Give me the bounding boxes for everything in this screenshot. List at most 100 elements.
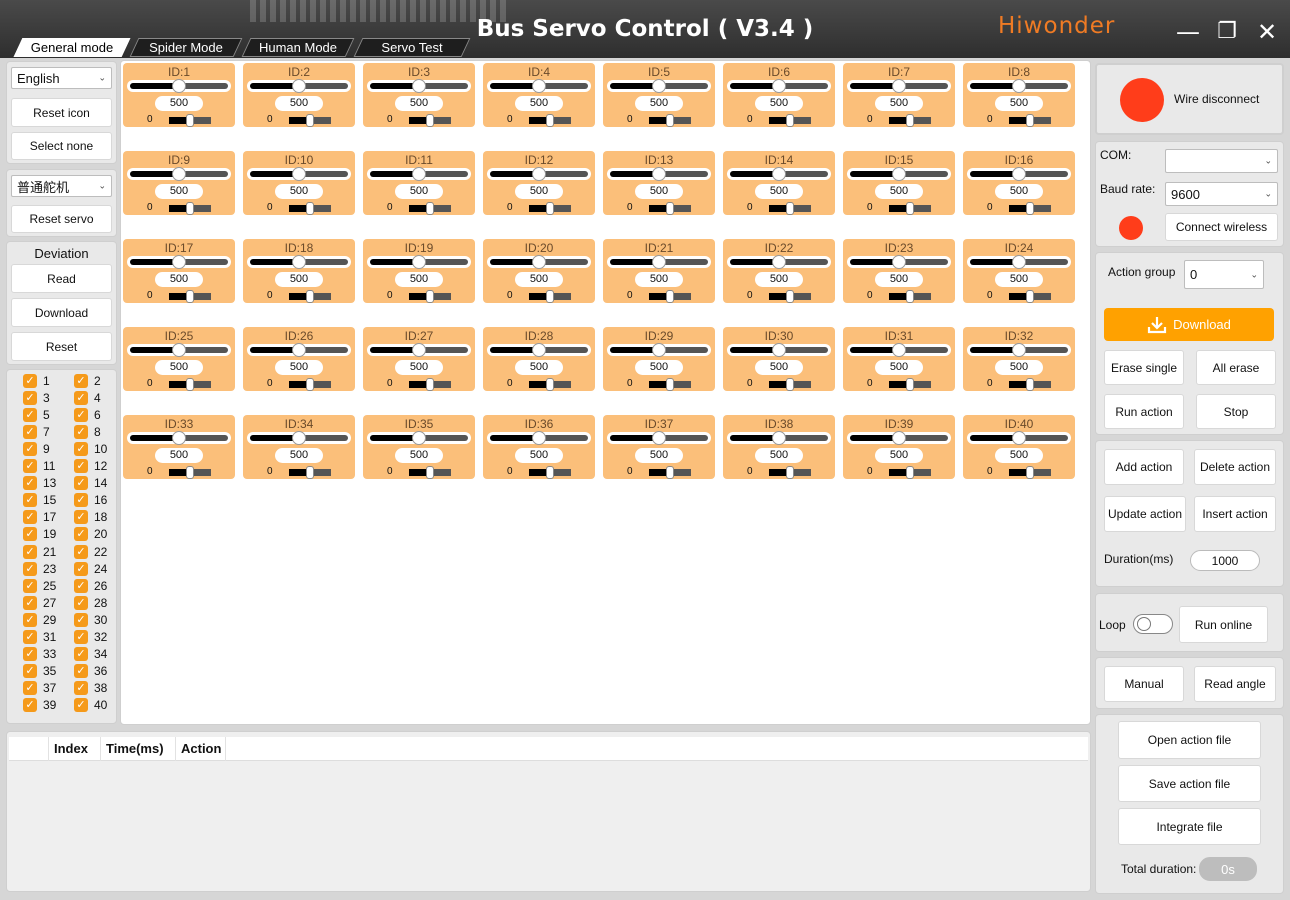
minimize-icon[interactable]: — [1173, 18, 1203, 48]
slider-thumb[interactable] [1012, 167, 1026, 181]
stop-button[interactable]: Stop [1196, 394, 1276, 429]
slider-thumb[interactable] [172, 167, 186, 181]
slider-thumb[interactable] [186, 202, 194, 215]
servo-deviation-slider[interactable] [169, 202, 211, 215]
insert-action-button[interactable]: Insert action [1194, 496, 1276, 532]
servo-deviation-slider[interactable] [1009, 290, 1051, 303]
slider-thumb[interactable] [306, 466, 314, 479]
servo-position-value[interactable]: 500 [875, 96, 923, 111]
read-angle-button[interactable]: Read angle [1194, 666, 1276, 702]
servo-checkbox-37[interactable]: ✓ 37 [23, 680, 63, 696]
slider-thumb[interactable] [906, 202, 914, 215]
slider-thumb[interactable] [426, 114, 434, 127]
run-online-button[interactable]: Run online [1179, 606, 1268, 643]
servo-position-slider[interactable] [847, 79, 951, 93]
language-select[interactable]: English ⌄ [11, 67, 112, 89]
servo-position-value[interactable]: 500 [395, 360, 443, 375]
servo-position-value[interactable]: 500 [635, 96, 683, 111]
servo-position-value[interactable]: 500 [155, 448, 203, 463]
servo-deviation-slider[interactable] [1009, 202, 1051, 215]
slider-thumb[interactable] [426, 202, 434, 215]
slider-thumb[interactable] [412, 431, 426, 445]
servo-position-slider[interactable] [967, 431, 1071, 445]
servo-position-value[interactable]: 500 [755, 360, 803, 375]
slider-thumb[interactable] [786, 290, 794, 303]
servo-checkbox-27[interactable]: ✓ 27 [23, 595, 63, 611]
servo-position-slider[interactable] [367, 431, 471, 445]
servo-position-value[interactable]: 500 [395, 448, 443, 463]
slider-thumb[interactable] [1026, 466, 1034, 479]
slider-thumb[interactable] [786, 378, 794, 391]
slider-thumb[interactable] [1012, 431, 1026, 445]
servo-position-slider[interactable] [607, 167, 711, 181]
slider-thumb[interactable] [306, 378, 314, 391]
column-header-action[interactable]: Action [176, 737, 226, 761]
servo-checkbox-12[interactable]: ✓ 12 [74, 458, 114, 474]
servo-position-value[interactable]: 500 [515, 272, 563, 287]
servo-checkbox-14[interactable]: ✓ 14 [74, 475, 114, 491]
servo-deviation-slider[interactable] [409, 202, 451, 215]
loop-toggle[interactable] [1133, 614, 1173, 634]
slider-thumb[interactable] [906, 114, 914, 127]
servo-position-value[interactable]: 500 [995, 360, 1043, 375]
servo-type-select[interactable]: 普通舵机 ⌄ [11, 175, 112, 197]
servo-checkbox-5[interactable]: ✓ 5 [23, 407, 63, 423]
slider-thumb[interactable] [1026, 378, 1034, 391]
servo-deviation-slider[interactable] [649, 202, 691, 215]
com-select[interactable]: ⌄ [1165, 149, 1278, 173]
servo-checkbox-32[interactable]: ✓ 32 [74, 629, 114, 645]
slider-thumb[interactable] [186, 378, 194, 391]
slider-thumb[interactable] [532, 255, 546, 269]
servo-position-value[interactable]: 500 [515, 448, 563, 463]
slider-thumb[interactable] [546, 378, 554, 391]
servo-position-value[interactable]: 500 [995, 448, 1043, 463]
servo-position-slider[interactable] [487, 431, 591, 445]
servo-deviation-slider[interactable] [289, 114, 331, 127]
servo-position-value[interactable]: 500 [275, 96, 323, 111]
servo-position-slider[interactable] [487, 343, 591, 357]
slider-thumb[interactable] [186, 114, 194, 127]
slider-thumb[interactable] [186, 290, 194, 303]
servo-checkbox-26[interactable]: ✓ 26 [74, 578, 114, 594]
slider-thumb[interactable] [892, 255, 906, 269]
servo-checkbox-11[interactable]: ✓ 11 [23, 458, 63, 474]
servo-position-slider[interactable] [727, 255, 831, 269]
slider-thumb[interactable] [892, 343, 906, 357]
servo-position-slider[interactable] [487, 167, 591, 181]
slider-thumb[interactable] [532, 167, 546, 181]
servo-position-value[interactable]: 500 [875, 184, 923, 199]
servo-checkbox-24[interactable]: ✓ 24 [74, 561, 114, 577]
servo-position-value[interactable]: 500 [155, 272, 203, 287]
servo-deviation-slider[interactable] [409, 466, 451, 479]
delete-action-button[interactable]: Delete action [1194, 449, 1276, 485]
slider-thumb[interactable] [1012, 255, 1026, 269]
servo-position-value[interactable]: 500 [995, 184, 1043, 199]
slider-thumb[interactable] [772, 79, 786, 93]
servo-deviation-slider[interactable] [649, 290, 691, 303]
slider-thumb[interactable] [652, 431, 666, 445]
servo-checkbox-31[interactable]: ✓ 31 [23, 629, 63, 645]
servo-deviation-slider[interactable] [769, 466, 811, 479]
servo-position-slider[interactable] [967, 79, 1071, 93]
save-action-file-button[interactable]: Save action file [1118, 765, 1261, 802]
slider-thumb[interactable] [772, 431, 786, 445]
servo-position-slider[interactable] [727, 79, 831, 93]
servo-checkbox-18[interactable]: ✓ 18 [74, 509, 114, 525]
servo-checkbox-39[interactable]: ✓ 39 [23, 697, 63, 713]
slider-thumb[interactable] [546, 114, 554, 127]
servo-position-slider[interactable] [127, 431, 231, 445]
slider-thumb[interactable] [652, 343, 666, 357]
servo-checkbox-8[interactable]: ✓ 8 [74, 424, 114, 440]
servo-position-slider[interactable] [607, 255, 711, 269]
servo-deviation-slider[interactable] [1009, 114, 1051, 127]
servo-position-value[interactable]: 500 [635, 448, 683, 463]
slider-thumb[interactable] [532, 79, 546, 93]
servo-checkbox-33[interactable]: ✓ 33 [23, 646, 63, 662]
servo-checkbox-23[interactable]: ✓ 23 [23, 561, 63, 577]
tab-servo-test[interactable]: Servo Test [353, 38, 471, 57]
servo-deviation-slider[interactable] [529, 378, 571, 391]
servo-position-slider[interactable] [847, 431, 951, 445]
servo-checkbox-30[interactable]: ✓ 30 [74, 612, 114, 628]
servo-position-slider[interactable] [367, 79, 471, 93]
servo-deviation-slider[interactable] [769, 202, 811, 215]
